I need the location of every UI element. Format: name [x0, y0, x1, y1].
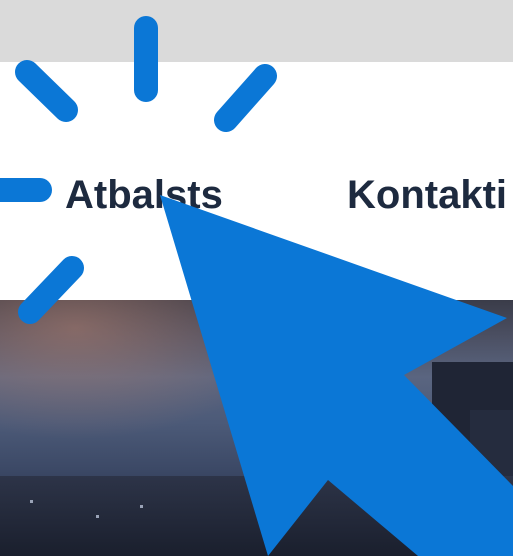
building-light [455, 460, 458, 463]
main-navigation: Atbalsts Kontakti [0, 150, 513, 240]
building-light [30, 500, 33, 503]
building-light [96, 515, 99, 518]
top-header-bar [0, 0, 513, 62]
burst-ray [15, 60, 78, 122]
hero-city-image [0, 300, 513, 556]
building-light [140, 505, 143, 508]
city-skyline [0, 476, 513, 556]
nav-item-kontakti[interactable]: Kontakti [347, 150, 507, 240]
nav-item-atbalsts[interactable]: Atbalsts [65, 150, 223, 240]
burst-ray [214, 64, 277, 132]
page: Atbalsts Kontakti [0, 0, 513, 556]
building-light [468, 490, 471, 493]
sunset-glow [0, 300, 290, 440]
